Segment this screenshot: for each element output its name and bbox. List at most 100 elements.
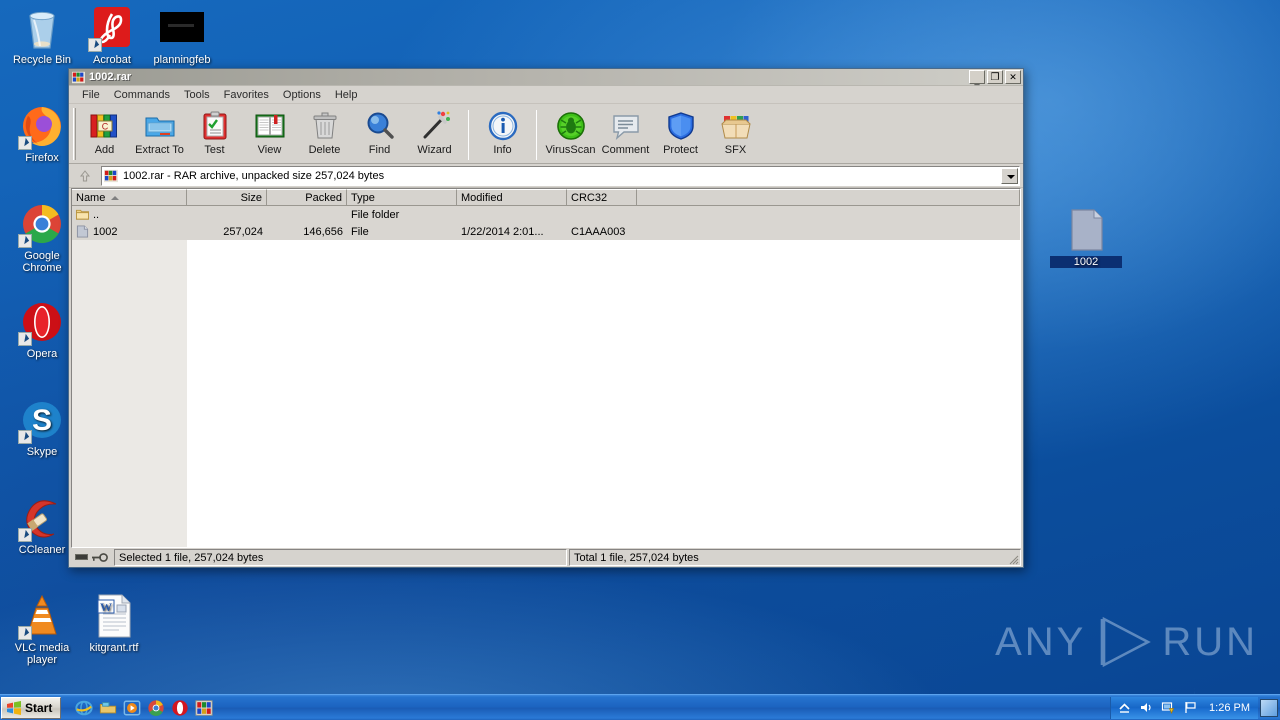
magic-wand-icon — [419, 110, 451, 142]
toolbar-button-test[interactable]: Test — [187, 108, 242, 162]
menu-item-tools[interactable]: Tools — [177, 88, 217, 102]
menu-bar[interactable]: File Commands Tools Favorites Options Help — [69, 86, 1023, 104]
window-titlebar[interactable]: 1002.rar _ ❐ ✕ — [69, 69, 1023, 86]
desktop-icon-label: 1002 — [1050, 256, 1122, 268]
toolbar-separator — [536, 110, 537, 160]
books-add-icon: C — [89, 110, 121, 142]
column-header-packed[interactable]: Packed — [267, 189, 347, 206]
desktop-icon-vlc-media-player[interactable]: VLC media player — [6, 592, 78, 666]
taskbar-clock[interactable]: 1:26 PM — [1205, 702, 1254, 714]
desktop-icon-label: planningfeb — [153, 54, 211, 66]
column-header-type[interactable]: Type — [347, 189, 457, 206]
chrome-icon[interactable] — [147, 699, 165, 717]
toolbar-label: VirusScan — [545, 144, 596, 156]
svg-text:W: W — [100, 600, 112, 614]
green-bug-icon — [555, 110, 587, 142]
window-controls[interactable]: _ ❐ ✕ — [969, 70, 1021, 85]
open-box-icon — [720, 110, 752, 142]
start-button[interactable]: Start — [1, 696, 62, 719]
toolbar-button-protect[interactable]: Protect — [653, 108, 708, 162]
column-header-modified[interactable]: Modified — [457, 189, 567, 206]
toolbar-button-add[interactable]: C Add — [77, 108, 132, 162]
toolbar-button-extract-to[interactable]: Extract To — [132, 108, 187, 162]
toolbar-button-view[interactable]: View — [242, 108, 297, 162]
column-header-size[interactable]: Size — [187, 189, 267, 206]
resize-grip-icon[interactable] — [1007, 553, 1019, 565]
file-list-header[interactable]: Name Size Packed Type Modified CRC32 — [72, 189, 1020, 206]
sort-ascending-icon — [111, 195, 120, 200]
toolbar-button-info[interactable]: Info — [475, 108, 530, 162]
network-warning-icon[interactable] — [1161, 700, 1176, 715]
toolbar-button-wizard[interactable]: Wizard — [407, 108, 462, 162]
up-one-level-icon — [79, 169, 91, 181]
kitgrant-rtf-icon: W — [90, 592, 138, 640]
toolbar-button-sfx[interactable]: SFX — [708, 108, 763, 162]
menu-item-help[interactable]: Help — [328, 88, 365, 102]
table-row[interactable]: .. File folder — [72, 206, 1020, 223]
toolbar-label: Wizard — [417, 144, 452, 156]
toolbar-button-comment[interactable]: Comment — [598, 108, 653, 162]
show-hidden-icons-icon[interactable] — [1117, 700, 1132, 715]
close-button[interactable]: ✕ — [1005, 70, 1021, 84]
archive-path-combo[interactable]: 1002.rar - RAR archive, unpacked size 25… — [101, 165, 1020, 186]
toolbar-label: View — [257, 144, 282, 156]
show-desktop-button[interactable] — [1260, 698, 1278, 717]
desktop-icon-recycle-bin[interactable]: Recycle Bin — [6, 4, 78, 66]
vlc-media-player-icon — [18, 592, 66, 640]
desktop-icon-planningfeb[interactable]: planningfeb — [146, 4, 218, 66]
menu-item-options[interactable]: Options — [276, 88, 328, 102]
winrar-window[interactable]: 1002.rar _ ❐ ✕ File Commands Tools Favorite… — [68, 68, 1024, 568]
opera-icon[interactable] — [171, 699, 189, 717]
toolbar-label: Find — [368, 144, 391, 156]
info-circle-icon — [487, 110, 519, 142]
toolbar-button-find[interactable]: Find — [352, 108, 407, 162]
toolbar-button-delete[interactable]: Delete — [297, 108, 352, 162]
chevron-down-icon[interactable] — [1001, 167, 1018, 184]
address-bar[interactable]: 1002.rar - RAR archive, unpacked size 25… — [69, 164, 1023, 188]
up-one-level-button[interactable] — [72, 165, 98, 186]
toolbar-label: SFX — [724, 144, 747, 156]
planningfeb-icon — [158, 4, 206, 52]
shortcut-overlay-icon — [88, 38, 102, 52]
menu-item-favorites[interactable]: Favorites — [217, 88, 276, 102]
toolbar-label: Add — [94, 144, 115, 156]
desktop-icon-label: kitgrant.rtf — [89, 642, 139, 654]
cell-name: .. — [72, 208, 187, 221]
status-icons — [71, 552, 112, 563]
cell-size: 257,024 — [223, 225, 263, 238]
toolbar-button-virusscan[interactable]: VirusScan — [543, 108, 598, 162]
column-header-name[interactable]: Name — [72, 189, 187, 206]
action-flag-icon[interactable] — [1183, 700, 1198, 715]
cell-type: File folder — [351, 208, 400, 221]
shortcut-overlay-icon — [18, 528, 32, 542]
explorer-icon[interactable] — [99, 699, 117, 717]
status-bar: Selected 1 file, 257,024 bytes Total 1 f… — [69, 548, 1023, 567]
cell-name: 1002 — [72, 225, 187, 238]
desktop-icon-acrobat[interactable]: Acrobat — [76, 4, 148, 66]
taskbar[interactable]: Start 1:26 PM — [0, 694, 1280, 720]
column-header-pad[interactable] — [637, 189, 1020, 206]
maximize-button[interactable]: ❐ — [987, 70, 1003, 84]
toolbar-label: Info — [493, 144, 512, 156]
menu-item-file[interactable]: File — [75, 88, 107, 102]
table-row[interactable]: 1002 257,024 146,656 File 1/22/2014 2:01... C… — [72, 223, 1020, 240]
column-header-label: Modified — [461, 191, 503, 204]
media-player-icon[interactable] — [123, 699, 141, 717]
toolbar[interactable]: C Add Extract To Test View Delete Find Wizard In… — [69, 104, 1023, 164]
file-list-rows[interactable]: .. File folder 1002 257,024 146,656 File 1/22/… — [72, 206, 1020, 547]
column-header-crc32[interactable]: CRC32 — [567, 189, 637, 206]
desktop-icon-kitgrant-rtf[interactable]: Wkitgrant.rtf — [78, 592, 150, 654]
file-list[interactable]: Name Size Packed Type Modified CRC32 .. File f… — [71, 188, 1021, 548]
skype-icon: S — [18, 396, 66, 444]
system-tray[interactable]: 1:26 PM — [1110, 696, 1258, 719]
volume-icon[interactable] — [1139, 700, 1154, 715]
recycle-bin-icon — [18, 4, 66, 52]
internet-explorer-icon[interactable] — [75, 699, 93, 717]
desktop-icon-file-1002[interactable]: 1002 — [1050, 206, 1122, 268]
winrar-icon[interactable] — [195, 699, 213, 717]
cell-type: File — [351, 225, 369, 238]
cell-name-text: .. — [93, 208, 100, 221]
menu-item-commands[interactable]: Commands — [107, 88, 177, 102]
quick-launch-bar[interactable] — [71, 699, 217, 717]
minimize-button[interactable]: _ — [969, 70, 985, 85]
